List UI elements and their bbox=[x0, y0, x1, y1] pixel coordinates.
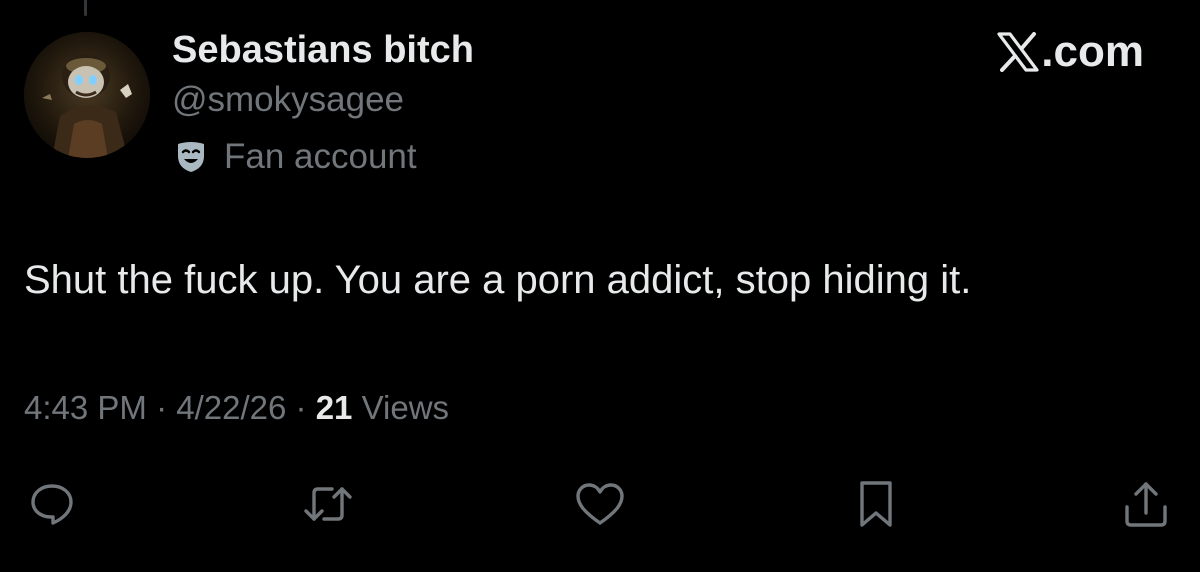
bookmark-icon bbox=[860, 481, 892, 527]
x-logo-icon bbox=[997, 32, 1039, 72]
user-handle[interactable]: @smokysagee bbox=[172, 78, 404, 122]
tweet-metadata: 4:43 PM · 4/22/26 · 21 Views bbox=[24, 386, 449, 430]
views-label: Views bbox=[361, 389, 450, 426]
tweet-time[interactable]: 4:43 PM bbox=[24, 389, 147, 426]
bookmark-button[interactable] bbox=[848, 476, 904, 532]
avatar[interactable] bbox=[24, 32, 150, 158]
like-button[interactable] bbox=[572, 476, 628, 532]
meta-separator: · bbox=[156, 389, 168, 426]
brand-domain-text: .com bbox=[1041, 27, 1144, 76]
affiliation-badge: Fan account bbox=[172, 135, 417, 179]
share-button[interactable] bbox=[1118, 476, 1174, 532]
affiliation-label: Fan account bbox=[224, 137, 417, 176]
brand-watermark: .com bbox=[997, 26, 1144, 78]
heart-icon bbox=[576, 483, 624, 525]
share-icon bbox=[1125, 482, 1167, 527]
views-count: 21 bbox=[315, 389, 353, 426]
repost-button[interactable] bbox=[300, 476, 356, 532]
action-bar bbox=[0, 476, 1200, 536]
display-name[interactable]: Sebastians bitch bbox=[172, 26, 474, 74]
reply-icon bbox=[31, 484, 73, 525]
repost-icon bbox=[304, 487, 352, 521]
meta-separator: · bbox=[295, 389, 307, 426]
tweet-text: Shut the fuck up. You are a porn addict,… bbox=[24, 258, 972, 302]
avatar-image bbox=[24, 32, 150, 158]
reply-button[interactable] bbox=[24, 476, 80, 532]
tweet-date[interactable]: 4/22/26 bbox=[176, 389, 286, 426]
thread-connector-line bbox=[84, 0, 87, 16]
theater-masks-icon bbox=[172, 138, 210, 176]
